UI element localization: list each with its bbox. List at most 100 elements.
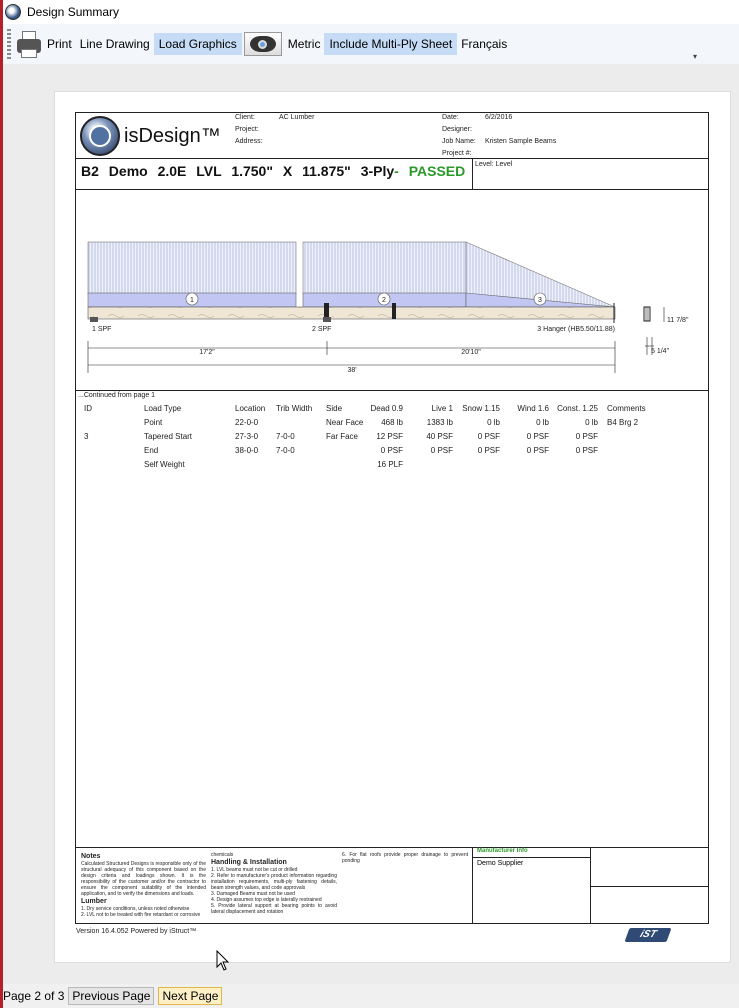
handling-note-2: 2. Refer to manufacturer's product infor…	[211, 873, 337, 891]
table-cell: 0 PSF	[526, 432, 549, 441]
span-label-2: 2	[382, 297, 386, 304]
handling-note-5: 5. Provide lateral support at bearing po…	[211, 903, 337, 915]
beam-ply: 3-Ply	[360, 163, 395, 179]
chemicals-text: chemicals	[211, 852, 234, 858]
handling-note-6: 6. For flat roofs provide proper drainag…	[342, 852, 468, 864]
uniform-load-1	[87, 241, 297, 295]
table-cell: End	[144, 446, 159, 455]
report-footer: Notes Calculated Structured Designs is r…	[76, 847, 709, 924]
page-indicator: Page 2 of 3	[3, 989, 65, 1003]
date-label: Date:	[442, 114, 459, 121]
report-page: isDesign™ Client: AC Lumber Project: Add…	[54, 91, 731, 963]
table-header-cell: Live 1	[431, 404, 453, 413]
address-label: Address:	[235, 138, 263, 145]
point-load-mark	[324, 303, 329, 319]
job-name-label: Job Name:	[442, 138, 476, 145]
table-cell: 22-0-0	[235, 418, 259, 427]
date-value: 6/2/2016	[485, 114, 513, 121]
table-cell: 468 lb	[381, 418, 403, 427]
manufacturer-info-title: Manufacturer Info	[473, 848, 591, 858]
section-width: 5 1/4"	[651, 348, 670, 355]
load-graphics-button[interactable]: Load Graphics	[153, 33, 242, 55]
continued-note: ...Continued from page 1	[78, 392, 156, 399]
mouse-cursor-icon	[216, 950, 230, 971]
support-1	[90, 317, 98, 322]
manufacturer-info-value: Demo Supplier	[477, 860, 524, 867]
table-cell: 0 lb	[585, 418, 598, 427]
previous-page-button[interactable]: Previous Page	[68, 987, 155, 1005]
client-label: Client:	[235, 114, 255, 121]
span-dim-1: 17'2"	[199, 349, 215, 356]
support-label-1: 1 SPF	[92, 326, 111, 333]
view-toggle-button[interactable]	[243, 32, 282, 56]
notes-column: Notes Calculated Structured Designs is r…	[81, 852, 206, 918]
isdesign-logo-icon	[80, 116, 120, 156]
client-value: AC Lumber	[279, 114, 315, 121]
span-dim-2: 20'10"	[461, 349, 481, 356]
toolbar-overflow-icon[interactable]: ▾	[693, 52, 697, 61]
notes-title: Notes	[81, 853, 101, 860]
table-cell: 38-0-0	[235, 446, 259, 455]
table-header-cell: Trib Width	[276, 404, 313, 413]
title-bar: Design Summary	[3, 0, 739, 24]
table-cell: 0 PSF	[430, 446, 453, 455]
print-button[interactable]: Print	[11, 31, 76, 58]
table-cell: Tapered Start	[144, 432, 193, 441]
handling-title: Handling & Installation	[211, 859, 287, 866]
table-header-cell: Wind 1.6	[517, 404, 549, 413]
print-label: Print	[47, 37, 72, 51]
span-label-3: 3	[538, 297, 542, 304]
table-cell: 0 PSF	[380, 446, 403, 455]
section-depth: 11 7/8"	[667, 317, 689, 324]
metric-button[interactable]: Metric	[284, 33, 325, 55]
printer-icon	[15, 29, 43, 59]
support-2	[323, 317, 331, 322]
project-label: Project:	[235, 126, 259, 133]
table-header-cell: Const. 1.25	[557, 404, 598, 413]
span-label-1: 1	[190, 297, 194, 304]
table-cell: 0 PSF	[526, 446, 549, 455]
level-box: Level: Level	[472, 159, 708, 189]
language-button[interactable]: Français	[457, 33, 511, 55]
handling-column: chemicals Handling & Installation 1. LVL…	[211, 852, 337, 915]
section-view	[643, 306, 651, 322]
load-diagram: 1 2 3 1 SPF 2 SPF 3 Hanger (HB5.50/11.88…	[76, 191, 708, 391]
table-cell: B4 Brg 2	[607, 418, 639, 427]
table-header-cell: Comments	[607, 404, 646, 413]
table-cell: Far Face	[326, 432, 359, 441]
next-page-button[interactable]: Next Page	[158, 987, 223, 1005]
include-multiply-button[interactable]: Include Multi-Ply Sheet	[324, 33, 458, 55]
beam-status: - PASSED	[394, 163, 466, 179]
line-drawing-button[interactable]: Line Drawing	[76, 33, 154, 55]
beam-title: B2 Demo 2.0E LVL 1.750" X 11.875" 3-Ply-…	[81, 163, 465, 179]
window-title: Design Summary	[27, 5, 120, 19]
lumber-title: Lumber	[81, 898, 107, 905]
beam-size: 1.750" X 11.875"	[231, 163, 351, 179]
table-header-cell: Side	[326, 404, 343, 413]
table-header-cell: Location	[235, 404, 266, 413]
beam	[87, 306, 616, 320]
beam-title-row: B2 Demo 2.0E LVL 1.750" X 11.875" 3-Ply-…	[76, 159, 708, 190]
table-header-cell: Snow 1.15	[462, 404, 500, 413]
table-cell: 0 PSF	[477, 446, 500, 455]
manufacturer-info-box: Manufacturer Info Demo Supplier	[472, 848, 591, 924]
uniform-load-2	[302, 241, 467, 295]
support-label-2: 2 SPF	[312, 326, 331, 333]
table-cell: 40 PSF	[426, 432, 453, 441]
load-diagram-svg: 1 2 3 1 SPF 2 SPF 3 Hanger (HB5.50/11.88…	[87, 241, 689, 374]
istruct-logo: iST	[624, 928, 672, 942]
report-sheet: isDesign™ Client: AC Lumber Project: Add…	[75, 112, 709, 924]
lumber-note-2: 2. LVL not to be treated with fire retar…	[81, 912, 201, 918]
job-name-value: Kristen Sample Beams	[485, 138, 557, 145]
total-dim: 38'	[347, 367, 356, 374]
document-viewport[interactable]: isDesign™ Client: AC Lumber Project: Add…	[3, 64, 739, 984]
table-cell: 3	[84, 432, 89, 441]
toolbar: Print Line Drawing Load Graphics Metric …	[3, 24, 739, 64]
table-cell: 0 lb	[536, 418, 549, 427]
table-cell: 1383 lb	[426, 418, 453, 427]
beam-id: B2	[81, 163, 99, 179]
table-header-cell: ID	[84, 404, 92, 413]
point-load-mark-2	[392, 303, 396, 319]
table-cell: 0 lb	[487, 418, 500, 427]
report-header: isDesign™ Client: AC Lumber Project: Add…	[76, 113, 708, 159]
